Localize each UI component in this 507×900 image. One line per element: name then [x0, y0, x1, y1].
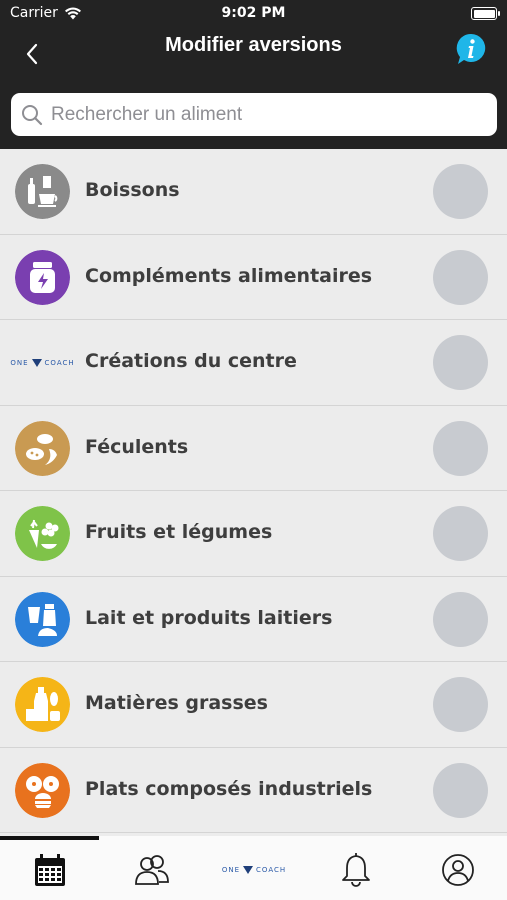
- info-icon: [456, 33, 486, 64]
- info-button[interactable]: [455, 32, 487, 66]
- category-row-complements[interactable]: Compléments alimentaires: [0, 234, 507, 320]
- category-label: Créations du centre: [85, 350, 297, 372]
- tab-calendar[interactable]: [30, 850, 70, 890]
- search-icon: [22, 104, 43, 125]
- tab-notifications[interactable]: [336, 850, 376, 890]
- navigation-bar: Modifier aversions: [0, 28, 507, 84]
- prepared-meals-icon: [15, 762, 70, 818]
- category-row-creations[interactable]: ONE COACH Créations du centre: [0, 320, 507, 406]
- category-row-matieres-grasses[interactable]: Matières grasses: [0, 662, 507, 748]
- brand-text-coach: COACH: [44, 358, 75, 367]
- tab-community[interactable]: [132, 850, 172, 890]
- drinks-icon: [15, 164, 70, 219]
- search-bar[interactable]: [11, 93, 497, 136]
- bread-grains-icon: [15, 420, 70, 476]
- active-tab-indicator: [0, 836, 99, 840]
- page-title: Modifier aversions: [165, 34, 342, 56]
- onecoach-logo: ONE COACH: [222, 866, 286, 874]
- status-time: 9:02 PM: [221, 5, 286, 21]
- calendar-icon: [35, 854, 65, 886]
- tab-bar: ONE COACH: [0, 836, 507, 900]
- select-toggle[interactable]: [433, 677, 488, 732]
- select-toggle[interactable]: [433, 420, 488, 476]
- fruits-vegetables-icon: [15, 506, 70, 561]
- category-row-laitiers[interactable]: Lait et produits laitiers: [0, 576, 507, 662]
- onecoach-logo: ONE COACH: [10, 335, 74, 390]
- search-input[interactable]: [51, 103, 471, 126]
- category-row-fruits[interactable]: Fruits et légumes: [0, 491, 507, 577]
- brand-text-coach: COACH: [256, 866, 287, 874]
- battery-icon: [471, 7, 500, 20]
- category-label: Boissons: [85, 179, 180, 201]
- brand-text-one: ONE: [10, 358, 29, 367]
- category-row-boissons[interactable]: Boissons: [0, 149, 507, 235]
- category-label: Lait et produits laitiers: [85, 606, 333, 629]
- search-area: [0, 84, 507, 149]
- category-label: Compléments alimentaires: [85, 264, 373, 287]
- category-row-feculents[interactable]: Féculents: [0, 405, 507, 491]
- brand-text-one: ONE: [221, 866, 241, 874]
- select-toggle[interactable]: [433, 506, 488, 561]
- dairy-icon: [15, 591, 70, 647]
- select-toggle[interactable]: [433, 164, 488, 219]
- select-toggle[interactable]: [433, 335, 488, 390]
- category-label: Matières grasses: [85, 692, 268, 714]
- users-group-icon: [135, 855, 169, 885]
- category-label: Fruits et légumes: [85, 521, 273, 543]
- select-toggle[interactable]: [433, 249, 488, 305]
- category-row-plats-composes[interactable]: Plats composés industriels: [0, 747, 507, 833]
- tab-profile[interactable]: [438, 850, 478, 890]
- profile-icon: [442, 854, 474, 886]
- status-bar: Carrier 9:02 PM: [0, 0, 507, 28]
- supplement-jar-icon: [15, 249, 70, 305]
- category-list: Boissons Compléments alimentaires ONE CO…: [0, 149, 507, 833]
- select-toggle[interactable]: [433, 591, 488, 647]
- bell-icon: [342, 853, 370, 887]
- tab-onecoach[interactable]: ONE COACH: [222, 850, 285, 890]
- oils-fats-icon: [15, 677, 70, 732]
- category-label: Féculents: [85, 435, 189, 458]
- select-toggle[interactable]: [433, 762, 488, 818]
- category-label: Plats composés industriels: [85, 777, 373, 800]
